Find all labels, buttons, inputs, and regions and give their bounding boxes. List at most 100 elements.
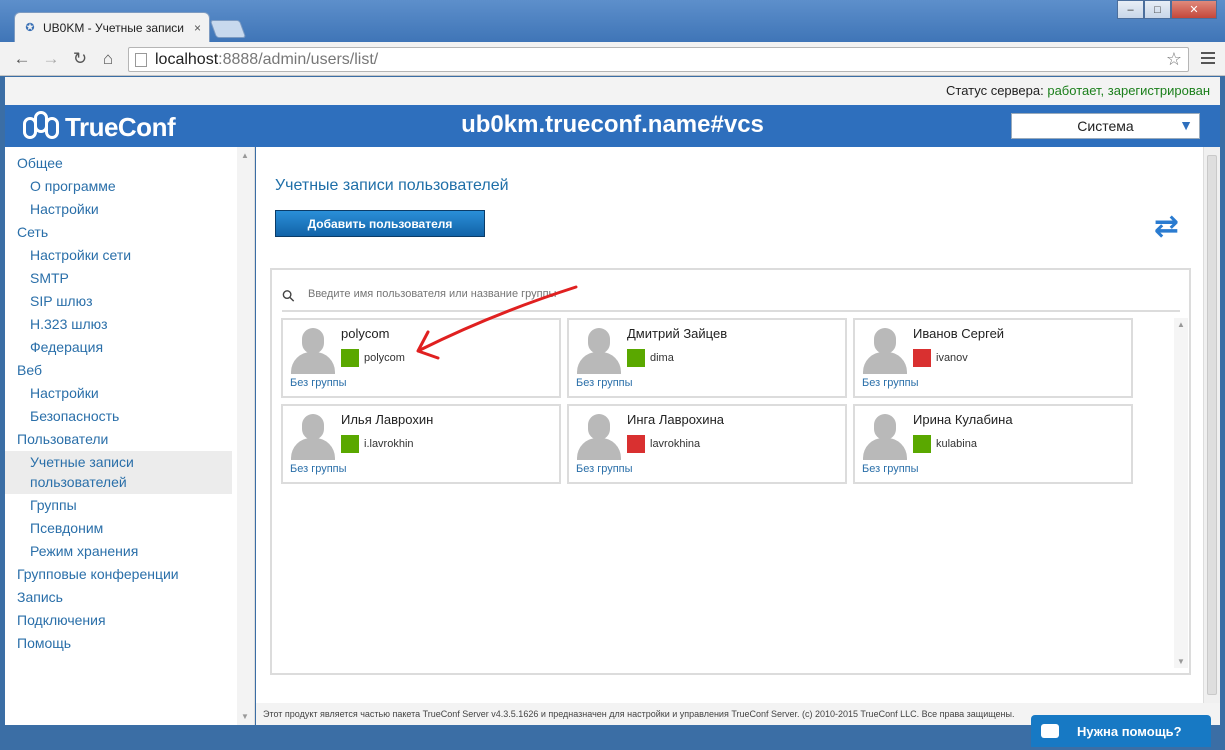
sidebar-item-about[interactable]: О программе <box>5 175 254 198</box>
page-scrollbar[interactable] <box>1203 147 1220 703</box>
users-panel: ⚲ polycom polycom Без группы Дмитрий Зай… <box>270 268 1191 675</box>
add-user-button[interactable]: Добавить пользователя <box>275 210 485 237</box>
sidebar-item-groups[interactable]: Группы <box>5 494 254 517</box>
address-bar[interactable]: localhost:8888/admin/users/list/ ☆ <box>128 47 1189 72</box>
user-card[interactable]: Иванов Сергей ivanov Без группы <box>853 318 1133 398</box>
sidebar-nav: Общее О программе Настройки Сеть Настрой… <box>5 147 254 655</box>
sidebar-item-web[interactable]: Веб <box>5 359 254 382</box>
url-host: localhost <box>155 50 219 68</box>
forward-arrow-icon[interactable]: → <box>42 50 60 68</box>
maximize-button[interactable]: □ <box>1144 0 1171 19</box>
sidebar-scrollbar[interactable]: ▲ ▼ <box>237 147 254 725</box>
refresh-icon[interactable]: ⇄ <box>1154 209 1179 244</box>
scroll-down-icon[interactable]: ▼ <box>1177 657 1185 666</box>
sidebar-item-general[interactable]: Общее <box>5 152 254 175</box>
sidebar-item-federation[interactable]: Федерация <box>5 336 254 359</box>
sidebar-item-user-accounts[interactable]: Учетные записи пользователей <box>5 451 232 494</box>
user-avatar-icon <box>861 326 909 374</box>
user-avatar-icon <box>861 412 909 460</box>
browser-tab[interactable]: ✪ UB0KM - Учетные записи × <box>14 12 210 42</box>
user-card[interactable]: Дмитрий Зайцев dima Без группы <box>567 318 847 398</box>
search-icon: ⚲ <box>278 286 300 307</box>
page-title: Учетные записи пользователей <box>275 177 509 194</box>
user-group-link[interactable]: Без группы <box>290 463 347 475</box>
browser-toolbar: ← → ↻ ⌂ localhost:8888/admin/users/list/… <box>0 42 1225 76</box>
users-scrollbar[interactable]: ▲ ▼ <box>1174 318 1188 668</box>
window-controls: – □ ✕ <box>1117 0 1217 19</box>
menu-icon[interactable] <box>1201 52 1215 67</box>
sidebar-item-network[interactable]: Сеть <box>5 221 254 244</box>
sidebar-item-general-settings[interactable]: Настройки <box>5 198 254 221</box>
home-icon[interactable]: ⌂ <box>99 50 117 68</box>
minimize-button[interactable]: – <box>1117 0 1144 19</box>
user-search: ⚲ <box>279 278 1180 312</box>
user-card[interactable]: polycom polycom Без группы <box>281 318 561 398</box>
new-tab-button[interactable] <box>209 20 247 38</box>
help-chat-button[interactable]: Нужна помощь? <box>1031 715 1211 747</box>
star-icon[interactable]: ☆ <box>1166 49 1182 70</box>
chat-icon <box>1041 724 1059 738</box>
search-input[interactable] <box>308 288 568 300</box>
sidebar-item-alias[interactable]: Псевдоним <box>5 517 254 540</box>
sidebar: Общее О программе Настройки Сеть Настрой… <box>5 147 255 725</box>
app-header: TrueConf ub0km.trueconf.name#vcs Система… <box>5 105 1220 147</box>
user-group-link[interactable]: Без группы <box>576 377 633 389</box>
user-login: i.lavrokhin <box>364 438 414 450</box>
page-icon <box>135 52 147 67</box>
sidebar-item-h323-gateway[interactable]: H.323 шлюз <box>5 313 254 336</box>
tab-close-icon[interactable]: × <box>194 21 201 35</box>
sidebar-item-smtp[interactable]: SMTP <box>5 267 254 290</box>
user-avatar-icon <box>575 412 623 460</box>
user-group-link[interactable]: Без группы <box>862 463 919 475</box>
user-name[interactable]: Дмитрий Зайцев <box>627 326 727 341</box>
status-indicator <box>341 435 359 453</box>
sidebar-item-recording[interactable]: Запись <box>5 586 254 609</box>
scroll-down-icon[interactable]: ▼ <box>241 712 249 721</box>
sidebar-item-security[interactable]: Безопасность <box>5 405 254 428</box>
server-status-label: Статус сервера: <box>946 83 1048 98</box>
user-group-link[interactable]: Без группы <box>290 377 347 389</box>
help-label: Нужна помощь? <box>1077 723 1182 739</box>
sidebar-item-help[interactable]: Помощь <box>5 632 254 655</box>
scrollbar-thumb[interactable] <box>1207 155 1217 695</box>
user-group-link[interactable]: Без группы <box>576 463 633 475</box>
reload-icon[interactable]: ↻ <box>71 50 89 68</box>
user-card[interactable]: Ирина Кулабина kulabina Без группы <box>853 404 1133 484</box>
user-login: polycom <box>364 352 405 364</box>
user-group-link[interactable]: Без группы <box>862 377 919 389</box>
user-avatar-icon <box>289 412 337 460</box>
user-name[interactable]: polycom <box>341 326 389 341</box>
tab-title: UB0KM - Учетные записи <box>43 20 184 35</box>
scroll-up-icon[interactable]: ▲ <box>1177 320 1185 329</box>
user-name[interactable]: Инга Лаврохина <box>627 412 724 427</box>
user-name[interactable]: Иванов Сергей <box>913 326 1004 341</box>
sidebar-item-web-settings[interactable]: Настройки <box>5 382 254 405</box>
scroll-up-icon[interactable]: ▲ <box>241 151 249 160</box>
close-window-button[interactable]: ✕ <box>1171 0 1217 19</box>
browser-titlebar: ✪ UB0KM - Учетные записи × – □ ✕ <box>0 0 1225 42</box>
status-indicator <box>341 349 359 367</box>
user-login: kulabina <box>936 438 977 450</box>
user-login: lavrokhina <box>650 438 701 450</box>
status-indicator <box>627 435 645 453</box>
status-indicator <box>627 349 645 367</box>
user-login: ivanov <box>936 352 968 364</box>
user-name[interactable]: Илья Лаврохин <box>341 412 433 427</box>
user-avatar-icon <box>289 326 337 374</box>
system-select-value: Система <box>1077 118 1134 134</box>
sidebar-item-network-settings[interactable]: Настройки сети <box>5 244 254 267</box>
back-arrow-icon[interactable]: ← <box>13 50 31 68</box>
system-select[interactable]: Система ▼ <box>1011 113 1200 139</box>
user-card[interactable]: Илья Лаврохин i.lavrokhin Без группы <box>281 404 561 484</box>
sidebar-item-sip-gateway[interactable]: SIP шлюз <box>5 290 254 313</box>
user-card[interactable]: Инга Лаврохина lavrokhina Без группы <box>567 404 847 484</box>
sidebar-item-connections[interactable]: Подключения <box>5 609 254 632</box>
sidebar-item-users[interactable]: Пользователи <box>5 428 254 451</box>
sidebar-item-group-conferences[interactable]: Групповые конференции <box>5 563 254 586</box>
server-status-value: работает, зарегистрирован <box>1047 83 1210 98</box>
sidebar-item-storage-mode[interactable]: Режим хранения <box>5 540 254 563</box>
status-indicator <box>913 435 931 453</box>
main-content: Учетные записи пользователей Добавить по… <box>256 147 1203 703</box>
user-name[interactable]: Ирина Кулабина <box>913 412 1013 427</box>
server-status: Статус сервера: работает, зарегистрирова… <box>5 77 1220 105</box>
